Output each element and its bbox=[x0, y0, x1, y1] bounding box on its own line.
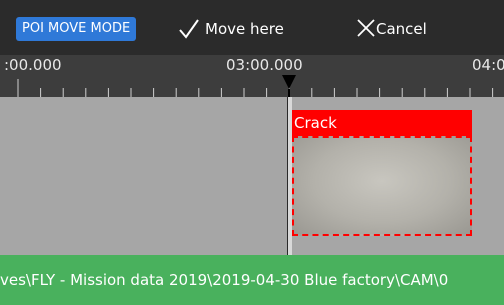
poi-thumbnail bbox=[292, 136, 472, 236]
checkmark-icon bbox=[179, 19, 199, 39]
poi-move-toolbar: POI MOVE MODE Move here Cancel bbox=[0, 0, 504, 55]
poi-clip-crack[interactable]: Crack bbox=[292, 110, 472, 236]
status-bar: ves\FLY - Mission data 2019\2019-04-30 B… bbox=[0, 255, 504, 305]
cancel-button[interactable]: Cancel bbox=[356, 15, 446, 43]
timeline-ruler[interactable]: :00.000 03:00.000 04:0 bbox=[0, 55, 504, 97]
poi-label-header: Crack bbox=[292, 110, 472, 136]
close-icon bbox=[357, 19, 375, 37]
move-here-label: Move here bbox=[205, 20, 284, 38]
playhead-marker-icon[interactable] bbox=[282, 75, 296, 89]
poi-label: Crack bbox=[294, 114, 337, 132]
cancel-label: Cancel bbox=[376, 20, 427, 38]
poi-move-mode-badge: POI MOVE MODE bbox=[16, 17, 137, 41]
status-path: ves\FLY - Mission data 2019\2019-04-30 B… bbox=[0, 271, 449, 289]
ruler-ticks bbox=[17, 75, 494, 97]
move-here-button[interactable]: Move here bbox=[178, 15, 296, 43]
